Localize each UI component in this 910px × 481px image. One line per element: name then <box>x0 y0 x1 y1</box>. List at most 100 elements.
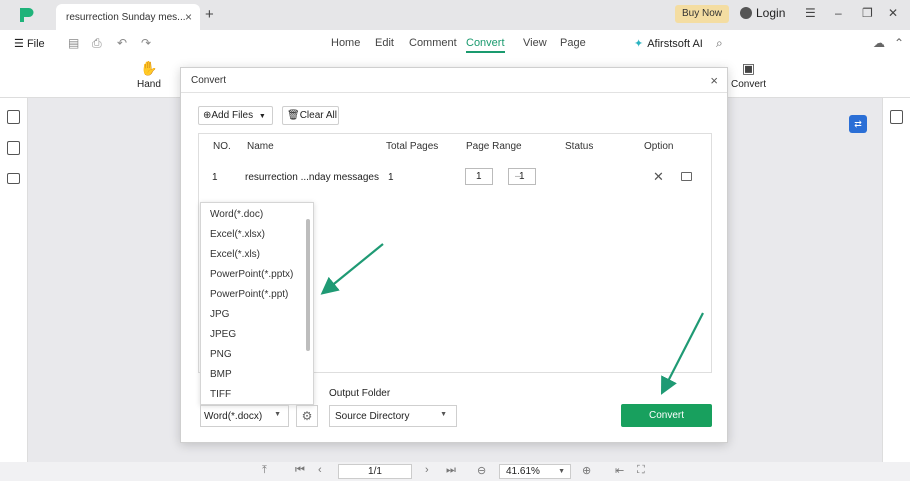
dialog-title: Convert <box>191 75 227 86</box>
menu-home[interactable]: Home <box>331 37 360 49</box>
title-bar: resurrection Sunday mes... × + Buy Now L… <box>0 0 910 30</box>
zoom-select[interactable]: 41.61% ▼ <box>499 464 571 479</box>
status-bar: ⤒ ⏮ ‹ 1/1 › ⏭ ⊖ 41.61% ▼ ⊕ ⇤ ⛶ <box>0 462 910 481</box>
menu-convert[interactable]: Convert <box>466 37 505 53</box>
zoom-value: 41.61% <box>506 466 540 477</box>
format-option-excel-xls[interactable]: Excel(*.xls) <box>210 249 260 260</box>
thumbnail-icon[interactable] <box>7 110 20 124</box>
chevron-down-icon: ▼ <box>440 411 447 418</box>
format-option-pptx[interactable]: PowerPoint(*.pptx) <box>210 269 293 280</box>
format-option-png[interactable]: PNG <box>210 349 232 360</box>
close-icon[interactable]: × <box>710 73 718 88</box>
menu-bar: ☰ File ▤ ⎙ ↶ ↷ Home Edit Comment Convert… <box>0 30 910 56</box>
format-option-jpeg[interactable]: JPEG <box>210 329 236 340</box>
clear-all-label: Clear All <box>299 110 337 121</box>
menu-page[interactable]: Page <box>560 37 586 49</box>
minimize-icon[interactable]: – <box>835 6 842 20</box>
hamburger-menu-icon[interactable]: ☰ <box>805 6 816 20</box>
trash-icon: 🗑 <box>287 110 300 121</box>
row-file-name: resurrection ...nday messages <box>245 172 379 183</box>
output-folder-select[interactable]: Source Directory ▼ <box>329 405 457 427</box>
dropdown-scrollbar[interactable] <box>306 219 310 351</box>
next-page-icon[interactable]: › <box>425 464 429 476</box>
convert-icon: ▣ <box>741 60 756 76</box>
fit-page-icon[interactable]: ⛶ <box>637 464 645 477</box>
format-option-word-doc[interactable]: Word(*.doc) <box>210 209 263 220</box>
collapse-icon[interactable]: ⌃ <box>894 36 904 50</box>
row-total-pages: 1 <box>388 172 394 183</box>
add-files-button[interactable]: ⊕Add Files ▼ <box>198 106 273 125</box>
print-icon[interactable]: ⎙ <box>92 36 102 51</box>
new-tab-icon[interactable]: + <box>205 6 214 23</box>
properties-icon[interactable] <box>890 110 903 124</box>
cloud-icon[interactable]: ☁ <box>873 36 885 50</box>
convert-button[interactable]: Convert <box>621 404 712 427</box>
ai-button[interactable]: ✦ Afirstsoft AI <box>634 37 703 50</box>
app-logo-icon <box>20 8 34 22</box>
convert-tool-label: Convert <box>731 79 767 90</box>
chevron-down-icon: ▼ <box>274 411 281 418</box>
format-option-ppt[interactable]: PowerPoint(*.ppt) <box>210 289 288 300</box>
bookmark-icon[interactable] <box>7 141 20 155</box>
last-page-icon[interactable]: ⏭ <box>446 464 456 477</box>
remove-file-icon[interactable]: ✕ <box>653 169 664 185</box>
chevron-down-icon: ▼ <box>558 468 565 475</box>
zoom-out-icon[interactable]: ⊖ <box>477 464 486 477</box>
redo-icon[interactable]: ↷ <box>141 36 151 50</box>
format-settings-button[interactable]: ⚙ <box>296 405 318 427</box>
document-tab[interactable]: resurrection Sunday mes... × <box>56 4 200 30</box>
undo-icon[interactable]: ↶ <box>117 36 127 50</box>
column-header-page-range: Page Range <box>466 141 522 152</box>
output-format-select[interactable]: Word(*.docx) ▼ <box>200 405 289 427</box>
login-button[interactable]: Login <box>740 6 785 20</box>
hand-tool-label: Hand <box>137 79 161 90</box>
close-window-icon[interactable]: ✕ <box>888 6 898 20</box>
range-to-input[interactable]: 1 <box>508 168 536 185</box>
gear-icon: ⚙ <box>301 409 313 423</box>
row-no: 1 <box>212 172 218 183</box>
login-label: Login <box>756 6 786 20</box>
column-header-name: Name <box>247 141 274 152</box>
format-option-jpg[interactable]: JPG <box>210 309 229 320</box>
column-header-status: Status <box>565 141 594 152</box>
sparkle-icon: ✦ <box>634 38 644 50</box>
right-sidebar <box>882 98 910 462</box>
convert-tool[interactable]: ▣ Convert <box>731 60 766 90</box>
format-option-excel-xlsx[interactable]: Excel(*.xlsx) <box>210 229 265 240</box>
column-header-no: NO. <box>213 141 231 152</box>
format-option-bmp[interactable]: BMP <box>210 369 232 380</box>
top-page-icon[interactable]: ⤒ <box>262 464 267 477</box>
prev-page-icon[interactable]: ‹ <box>318 464 322 476</box>
menu-comment[interactable]: Comment <box>409 37 457 49</box>
hand-tool[interactable]: ✋ Hand <box>137 60 161 90</box>
column-header-option: Option <box>644 141 674 152</box>
buy-now-button[interactable]: Buy Now <box>675 5 729 23</box>
tab-title: resurrection Sunday mes... <box>66 12 186 23</box>
convert-dialog: Convert × ⊕Add Files ▼ 🗑Clear All NO. Na… <box>180 67 728 443</box>
output-folder-value: Source Directory <box>335 411 410 422</box>
menu-edit[interactable]: Edit <box>375 37 394 49</box>
file-menu[interactable]: ☰ File <box>14 37 45 50</box>
tab-close-icon[interactable]: × <box>185 10 192 24</box>
restore-icon[interactable]: ❐ <box>862 6 873 20</box>
selected-format: Word(*.docx) <box>204 411 263 422</box>
file-menu-label: File <box>26 38 45 50</box>
translate-icon[interactable]: ⇄ <box>849 115 867 133</box>
folder-icon[interactable] <box>681 172 692 181</box>
page-number-input[interactable]: 1/1 <box>338 464 412 479</box>
range-from-input[interactable]: 1 <box>465 168 493 185</box>
search-icon[interactable]: ⌕ <box>716 36 723 51</box>
format-dropdown-list: Word(*.doc) Excel(*.xlsx) Excel(*.xls) P… <box>200 202 314 405</box>
format-option-tiff[interactable]: TIFF <box>210 389 231 400</box>
hamburger-icon: ☰ <box>14 38 24 50</box>
menu-view[interactable]: View <box>523 37 547 49</box>
dialog-header: Convert × <box>181 68 727 93</box>
output-folder-label: Output Folder <box>329 388 391 399</box>
user-icon <box>740 7 752 19</box>
comment-icon[interactable] <box>7 173 20 184</box>
save-icon[interactable]: ▤ <box>68 36 79 50</box>
first-page-icon[interactable]: ⏮ <box>295 464 305 477</box>
clear-all-button[interactable]: 🗑Clear All <box>282 106 339 125</box>
zoom-in-icon[interactable]: ⊕ <box>582 464 591 477</box>
fit-width-icon[interactable]: ⇤ <box>615 464 624 477</box>
